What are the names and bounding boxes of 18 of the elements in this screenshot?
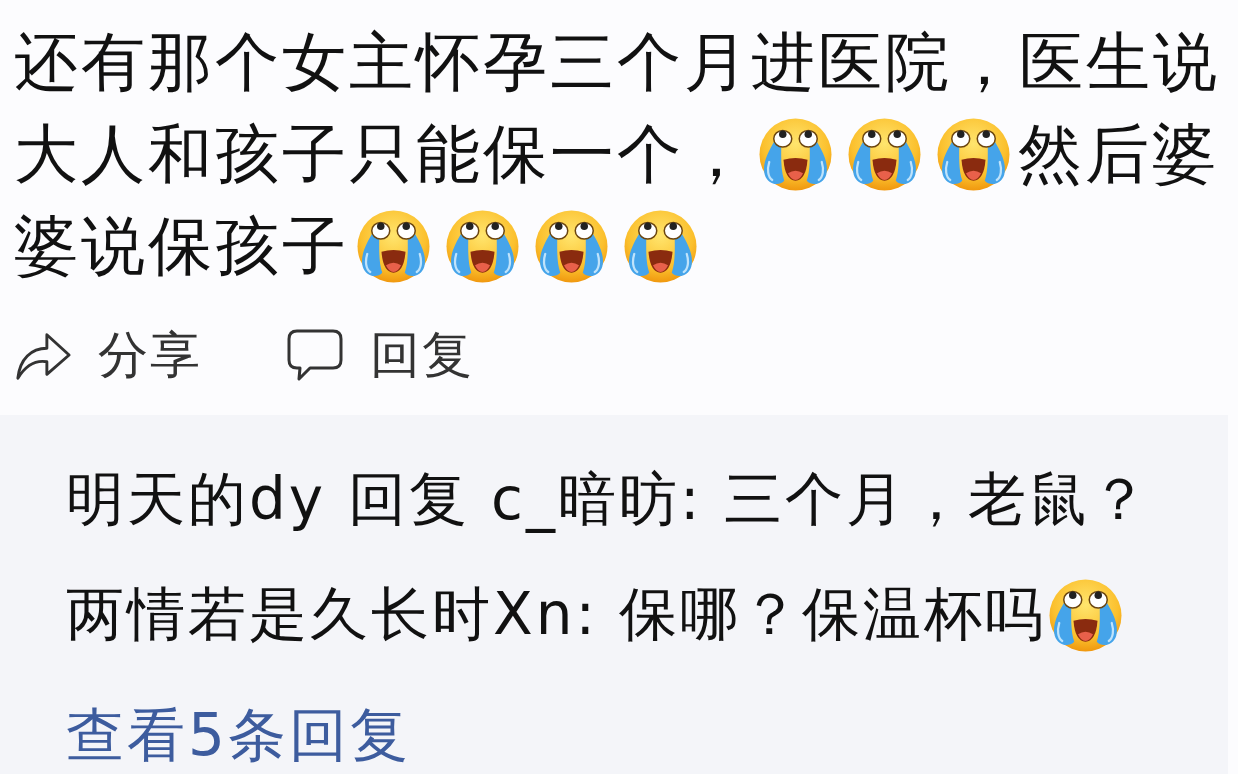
comment-text: 还有那个女主怀孕三个月进医院，医生说 bbox=[14, 23, 1220, 101]
reply-button[interactable]: 回复 bbox=[286, 325, 474, 385]
reply-text: 明天的dy 回复 c_暗昉: 三个月，老鼠？ bbox=[66, 465, 1151, 535]
crying-face-icon bbox=[623, 208, 698, 284]
reply-text: 两情若是久长时Xn: 保哪？保温杯吗 bbox=[66, 580, 1047, 650]
crying-face-icon bbox=[534, 208, 609, 284]
crying-face-icon bbox=[445, 208, 520, 284]
speech-bubble-icon bbox=[286, 328, 344, 382]
comment-text: 然后婆 bbox=[1018, 115, 1219, 193]
comment-text: 大人和孩子只能保一个， bbox=[14, 115, 751, 193]
view-replies-link[interactable]: 查看5条回复 bbox=[66, 700, 411, 770]
crying-face-icon bbox=[758, 116, 833, 192]
crying-face-icon bbox=[1048, 577, 1124, 653]
share-button[interactable]: 分享 bbox=[14, 325, 202, 385]
crying-face-icon bbox=[356, 208, 431, 284]
crying-face-icon bbox=[936, 116, 1011, 192]
crying-face-icon bbox=[847, 116, 922, 192]
comment-text: 婆说保孩子 bbox=[14, 207, 349, 285]
